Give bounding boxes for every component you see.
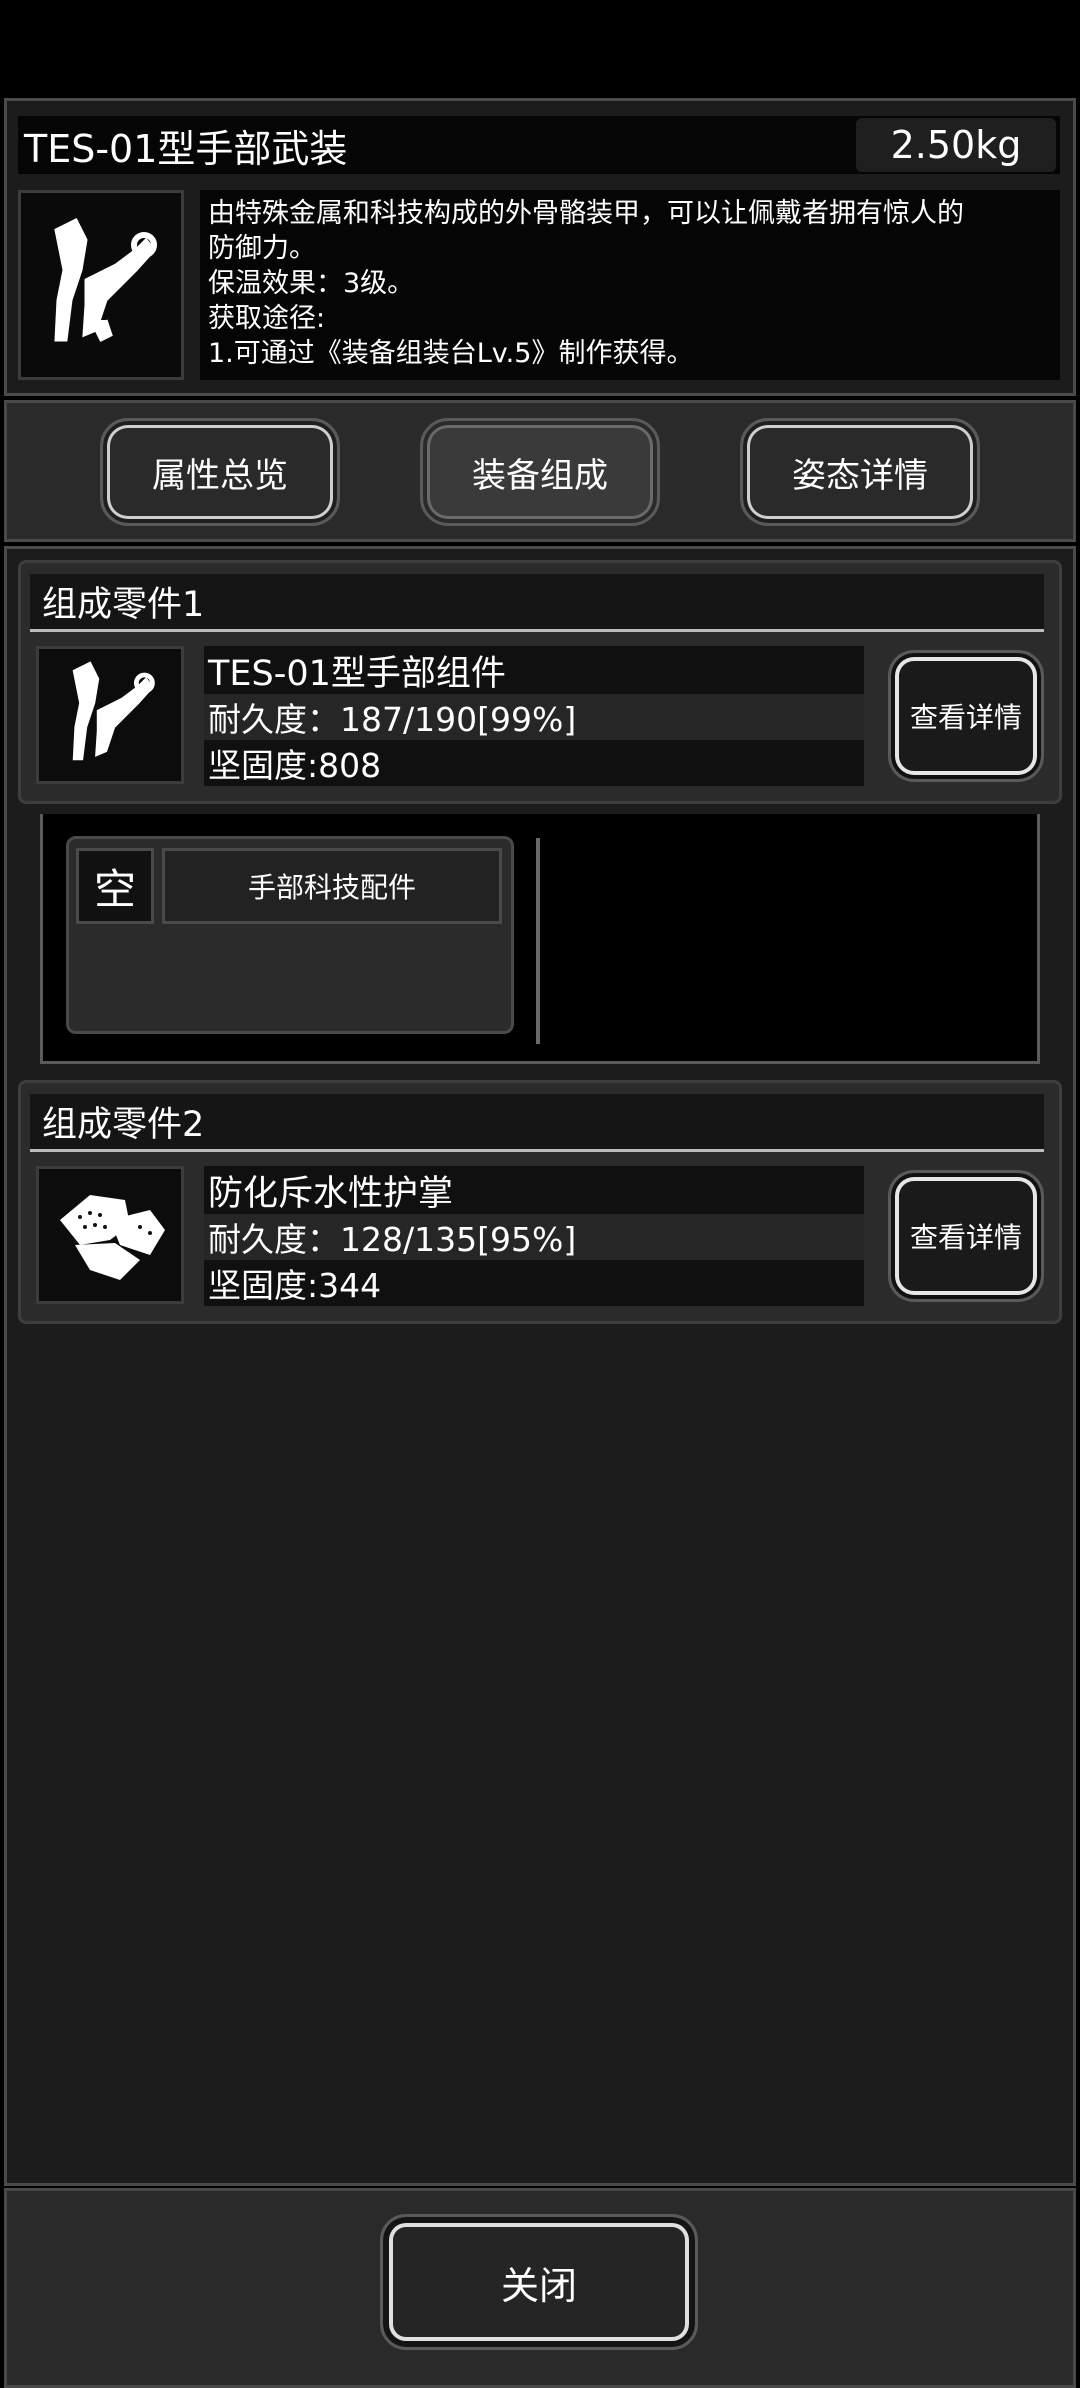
slot-empty-indicator: 空 xyxy=(76,848,154,924)
component-name: TES-01型手部组件 xyxy=(204,646,864,694)
weight-badge: 2.50kg xyxy=(856,118,1056,172)
mech-hand-icon xyxy=(72,661,155,761)
component-image xyxy=(36,646,184,784)
slot-scrollbar[interactable] xyxy=(536,838,540,1044)
tab-attributes-overview[interactable]: 属性总览 xyxy=(100,418,340,526)
description-line: 防御力。 xyxy=(208,233,316,264)
view-details-button[interactable]: 查看详情 xyxy=(888,1170,1044,1302)
component-section-title: 组成零件2 xyxy=(30,1094,1044,1152)
glove-icon xyxy=(60,1195,165,1280)
mech-hand-icon xyxy=(54,217,157,343)
component-hardness: 坚固度:808 xyxy=(204,740,864,786)
component-durability: 耐久度：128/135[95%] xyxy=(204,1214,864,1260)
component-image xyxy=(36,1166,184,1304)
item-image xyxy=(18,190,184,380)
description-line: 由特殊金属和科技构成的外骨骼装甲，可以让佩戴者拥有惊人的 xyxy=(208,198,964,229)
component-durability: 耐久度：187/190[99%] xyxy=(204,694,864,740)
tab-label: 装备组成 xyxy=(472,455,608,496)
item-title: TES-01型手部武装 xyxy=(24,126,348,171)
close-button[interactable]: 关闭 xyxy=(380,2214,698,2350)
description-line: 获取途径: xyxy=(208,303,326,334)
description-line: 1.可通过《装备组装台Lv.5》制作获得。 xyxy=(208,338,694,369)
description-line: 保温效果：3级。 xyxy=(208,268,415,299)
item-description-box: 由特殊金属和科技构成的外骨骼装甲，可以让佩戴者拥有惊人的 防御力。 保温效果：3… xyxy=(200,190,1060,380)
tab-equipment-composition[interactable]: 装备组成 xyxy=(420,418,660,526)
item-weight: 2.50kg xyxy=(890,123,1022,167)
tab-label: 属性总览 xyxy=(152,455,288,496)
component-name: 防化斥水性护掌 xyxy=(204,1166,864,1214)
tab-label: 姿态详情 xyxy=(792,455,928,496)
slot-label: 手部科技配件 xyxy=(162,848,502,924)
tab-stance-details[interactable]: 姿态详情 xyxy=(740,418,980,526)
component-hardness: 坚固度:344 xyxy=(204,1260,864,1306)
component-section-title: 组成零件1 xyxy=(30,574,1044,632)
view-details-button[interactable]: 查看详情 xyxy=(888,650,1044,782)
